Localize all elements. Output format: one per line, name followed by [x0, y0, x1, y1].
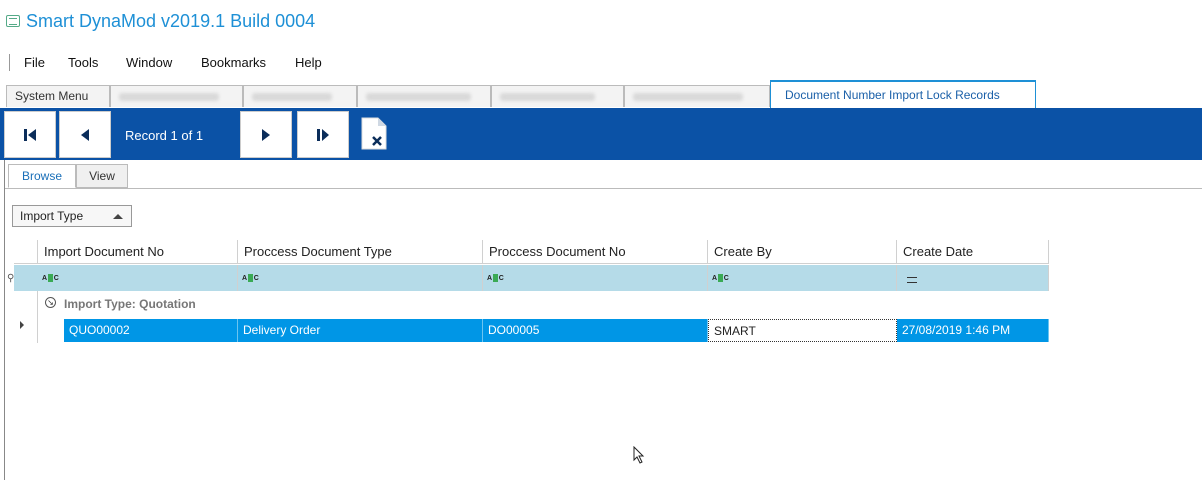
- collapse-group-icon[interactable]: ↘: [45, 297, 56, 308]
- column-header-process-document-type[interactable]: Proccess Document Type: [238, 240, 483, 264]
- menu-tools[interactable]: Tools: [68, 55, 98, 70]
- cell-process-document-type[interactable]: Delivery Order: [238, 319, 483, 342]
- menu-file[interactable]: File: [24, 55, 45, 70]
- cell-import-document-no[interactable]: QUO00002: [64, 319, 238, 342]
- sort-ascending-icon: [113, 214, 123, 219]
- tab-blurred-2[interactable]: [243, 85, 357, 107]
- tab-blurred-1[interactable]: [110, 85, 243, 107]
- menu-grip: [9, 54, 11, 71]
- frame-left-border: [4, 160, 5, 480]
- text-filter-icon: AC: [42, 274, 59, 282]
- title-bar: Smart DynaMod v2019.1 Build 0004: [0, 0, 1202, 44]
- tab-blurred-4[interactable]: [491, 85, 624, 107]
- tab-system-menu[interactable]: System Menu: [6, 85, 110, 107]
- tab-blurred-3[interactable]: [357, 85, 491, 107]
- menu-bar: [0, 50, 1202, 76]
- mouse-pointer-icon: [633, 446, 645, 464]
- column-header-process-document-no[interactable]: Proccess Document No: [483, 240, 708, 264]
- window-title: Smart DynaMod v2019.1 Build 0004: [26, 11, 316, 31]
- last-record-button[interactable]: [297, 111, 349, 158]
- first-record-icon: [24, 128, 36, 141]
- equals-filter-icon: [907, 277, 917, 283]
- previous-record-icon: [81, 128, 89, 141]
- filter-create-date[interactable]: [897, 265, 1049, 291]
- group-chip-label: Import Type: [20, 209, 84, 223]
- record-counter: Record 1 of 1: [125, 128, 204, 143]
- cell-create-by[interactable]: SMART: [708, 319, 897, 342]
- tab-blurred-5[interactable]: [624, 85, 770, 107]
- text-filter-icon: AC: [242, 274, 259, 282]
- column-header-create-date[interactable]: Create Date: [897, 240, 1049, 264]
- last-record-icon: [317, 128, 329, 141]
- group-row-label: Import Type: Quotation: [64, 297, 196, 311]
- tab-view[interactable]: View: [76, 164, 128, 188]
- previous-record-button[interactable]: [59, 111, 111, 158]
- filter-create-by[interactable]: AC: [708, 265, 897, 291]
- row-indicator-column: [14, 291, 38, 343]
- view-tab-strip: [5, 162, 1202, 189]
- app-icon: [6, 15, 20, 27]
- filter-import-document-no[interactable]: AC: [38, 265, 238, 291]
- column-header-import-document-no[interactable]: Import Document No: [38, 240, 238, 264]
- first-record-button[interactable]: [4, 111, 56, 158]
- menu-window[interactable]: Window: [126, 55, 172, 70]
- menu-help[interactable]: Help: [295, 55, 322, 70]
- pin-icon: ⚲: [7, 273, 15, 284]
- column-header-create-by[interactable]: Create By: [708, 240, 897, 264]
- current-row-indicator-icon: [20, 321, 24, 329]
- delete-document-icon: [361, 117, 387, 150]
- indicator-header: [14, 240, 38, 264]
- text-filter-icon: AC: [712, 274, 729, 282]
- filter-process-document-type[interactable]: AC: [238, 265, 483, 291]
- menu-bookmarks[interactable]: Bookmarks: [201, 55, 266, 70]
- next-record-icon: [262, 128, 270, 141]
- cell-process-document-no[interactable]: DO00005: [483, 319, 708, 342]
- next-record-button[interactable]: [240, 111, 292, 158]
- filter-process-document-no[interactable]: AC: [483, 265, 708, 291]
- tab-document-number-import-lock-records[interactable]: Document Number Import Lock Records: [770, 80, 1036, 109]
- group-by-import-type-chip[interactable]: Import Type: [12, 205, 132, 227]
- cell-create-date[interactable]: 27/08/2019 1:46 PM: [897, 319, 1049, 342]
- tab-browse[interactable]: Browse: [8, 164, 76, 188]
- delete-document-button[interactable]: [361, 117, 387, 150]
- text-filter-icon: AC: [487, 274, 504, 282]
